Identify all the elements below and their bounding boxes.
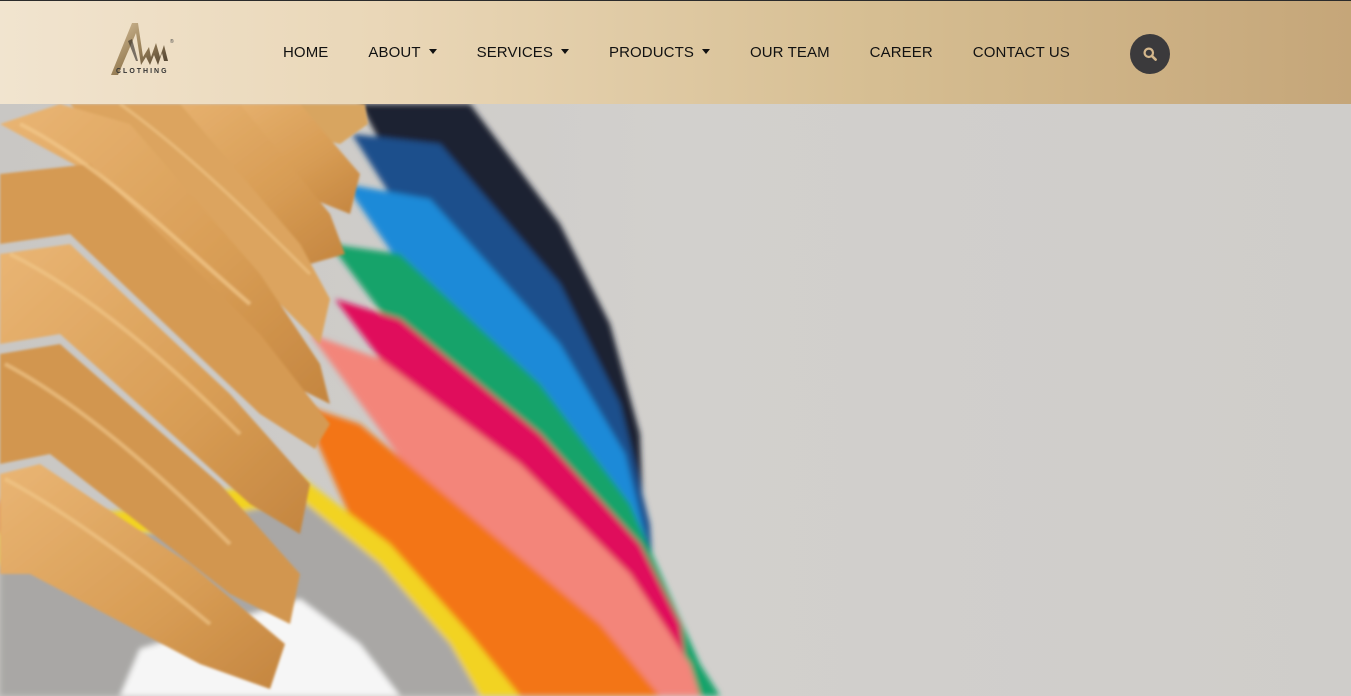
page: ® CLOTHING HOME ABOUT SERVICES PRODUCTS …	[0, 0, 1351, 696]
svg-text:®: ®	[170, 38, 174, 45]
nav-item-contact-us[interactable]: CONTACT US	[953, 44, 1090, 62]
nav-item-home[interactable]: HOME	[263, 44, 348, 62]
nav-item-label: PRODUCTS	[608, 43, 694, 61]
hero-image	[0, 104, 1351, 696]
search-button[interactable]	[1130, 34, 1170, 74]
nav-item-label: ABOUT	[368, 43, 421, 61]
nav-item-label: SERVICES	[476, 43, 553, 61]
caret-down-icon	[701, 49, 710, 54]
site-header: ® CLOTHING HOME ABOUT SERVICES PRODUCTS …	[0, 0, 1351, 104]
nav-item-our-team[interactable]: OUR TEAM	[730, 44, 850, 62]
nav-item-about[interactable]: ABOUT	[348, 44, 456, 62]
nav-item-services[interactable]: SERVICES	[457, 44, 589, 62]
main-nav: HOME ABOUT SERVICES PRODUCTS OUR TEAM CA…	[263, 1, 1090, 104]
nav-item-career[interactable]: CAREER	[850, 44, 953, 62]
caret-down-icon	[428, 49, 437, 54]
nav-item-products[interactable]: PRODUCTS	[589, 44, 730, 62]
hero-banner	[0, 104, 1351, 696]
nav-item-label: CAREER	[869, 43, 933, 61]
nav-item-label: OUR TEAM	[749, 43, 830, 61]
caret-down-icon	[560, 49, 569, 54]
nav-item-label: CONTACT US	[972, 43, 1070, 61]
nav-item-label: HOME	[283, 43, 329, 61]
search-icon	[1143, 47, 1157, 61]
logo-text: CLOTHING	[116, 68, 169, 75]
brand-logo[interactable]: ® CLOTHING	[108, 21, 184, 79]
